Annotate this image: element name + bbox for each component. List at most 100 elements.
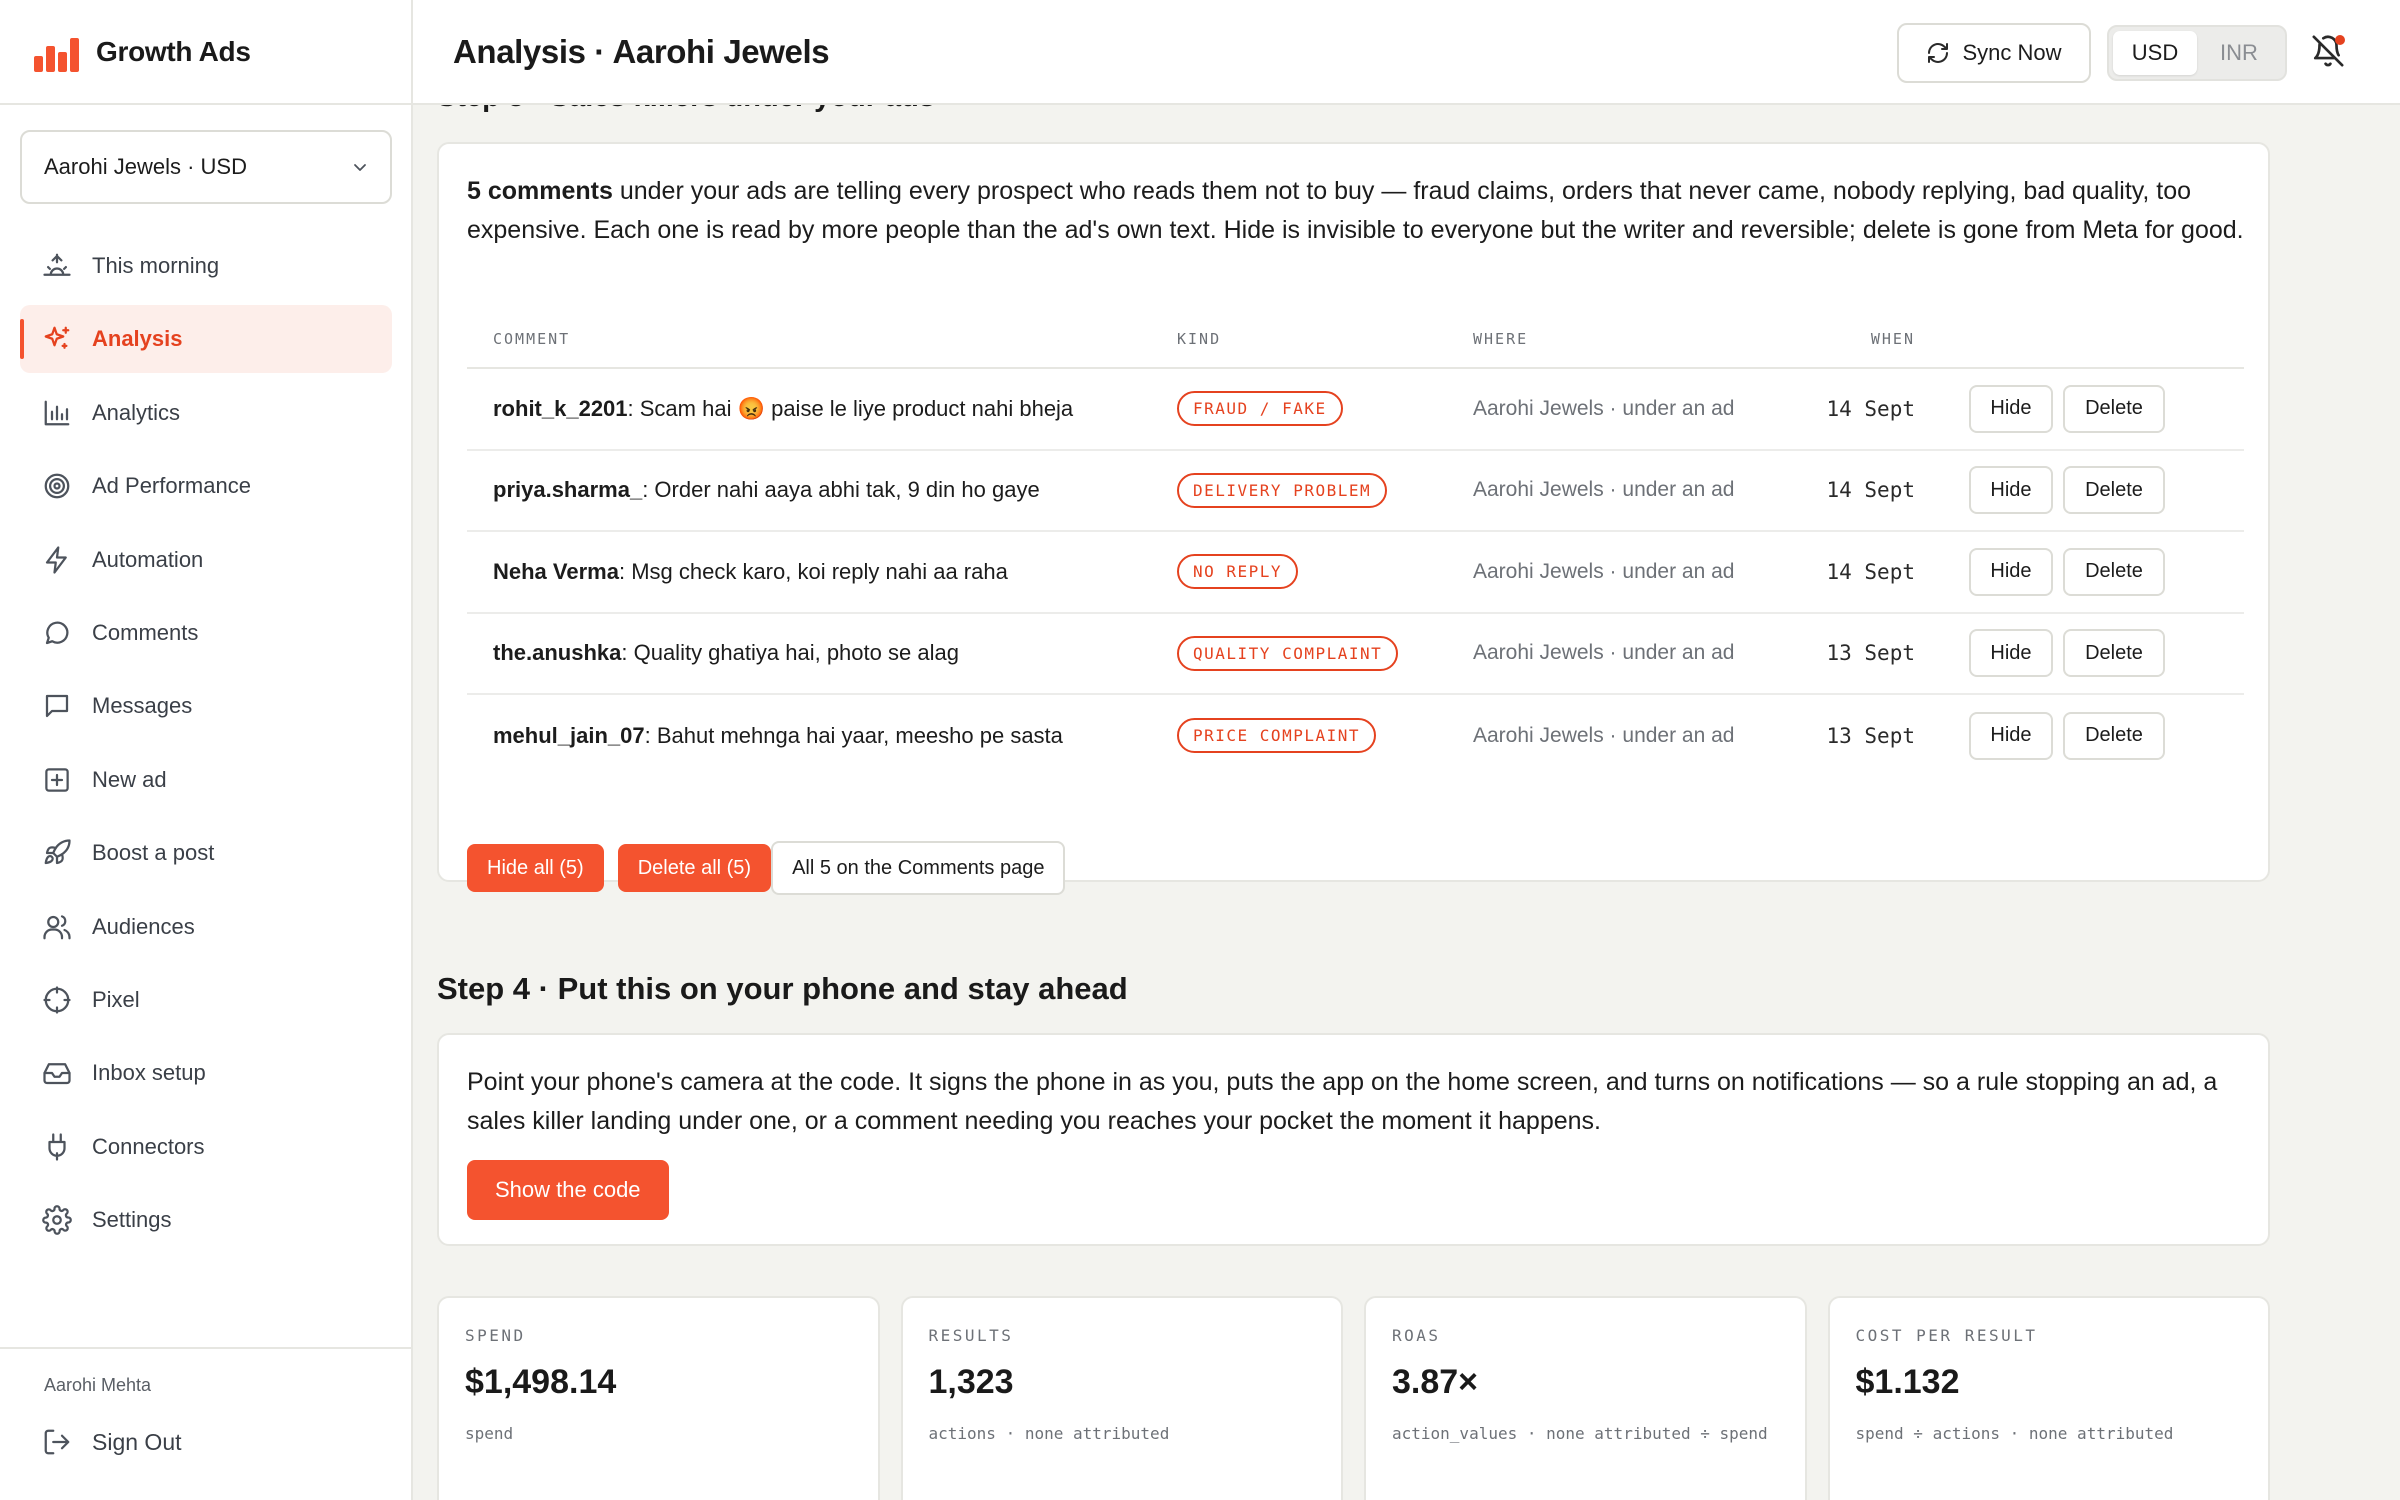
- kind-cell: PRICE COMPLAINT: [1177, 718, 1473, 754]
- kind-badge: NO REPLY: [1177, 554, 1299, 590]
- hide-button[interactable]: Hide: [1969, 547, 2053, 596]
- table-row: rohit_k_2201: Scam hai 😡 paise le liye p…: [467, 369, 2244, 451]
- sidebar-item-label: Comments: [92, 619, 199, 645]
- main-content: Step 3 · Sales killers under your ads 5 …: [413, 105, 2400, 1500]
- gear-icon: [42, 1205, 72, 1235]
- all-on-comments-page-button[interactable]: All 5 on the Comments page: [771, 841, 1066, 895]
- target-icon: [44, 473, 70, 499]
- sidebar-item-label: Settings: [92, 1207, 172, 1233]
- where-cell: Aarohi Jewels · under an ad: [1473, 478, 1735, 502]
- hide-button[interactable]: Hide: [1969, 711, 2053, 760]
- hide-button[interactable]: Hide: [1969, 629, 2053, 678]
- sidebar-item-label: Analytics: [92, 399, 181, 425]
- metric-value: $1.132: [1855, 1363, 1960, 1401]
- sidebar-item-label: New ad: [92, 766, 167, 792]
- delete-button[interactable]: Delete: [2063, 711, 2165, 760]
- delete-button[interactable]: Delete: [2063, 384, 2165, 433]
- sidebar-item-analysis[interactable]: Analysis: [20, 305, 392, 374]
- rocket-icon: [44, 839, 71, 865]
- row-actions: Hide Delete: [1915, 629, 2244, 678]
- sidebar-item-pixel[interactable]: Pixel: [20, 966, 392, 1034]
- metric-card-results: RESULTS 1,323 actions · none attributed: [900, 1296, 1343, 1500]
- sidebar-item-this-morning[interactable]: This morning: [20, 232, 392, 300]
- sidebar-nav: This morning Analysis Analytics Ad Perfo…: [20, 232, 392, 1259]
- hide-button[interactable]: Hide: [1969, 466, 2053, 515]
- notifications-button[interactable]: [2311, 34, 2351, 74]
- sparkle-icon: [44, 327, 70, 350]
- delete-button[interactable]: Delete: [2063, 466, 2165, 515]
- delete-button[interactable]: Delete: [2063, 629, 2165, 678]
- sidebar-item-label: Connectors: [92, 1133, 205, 1159]
- sidebar-item-label: This morning: [92, 253, 220, 278]
- metric-label: ROAS: [1392, 1326, 1441, 1345]
- comment-author: Neha Verma: [493, 558, 619, 584]
- message-square-icon: [45, 695, 69, 718]
- comment-text: : Order nahi aaya abhi tak, 9 din ho gay…: [642, 477, 1040, 503]
- sidebar-item-messages[interactable]: Messages: [20, 672, 392, 740]
- row-actions: Hide Delete: [1915, 711, 2244, 760]
- comment-text: : Bahut mehnga hai yaar, meesho pe sasta: [644, 722, 1063, 748]
- sidebar-item-comments[interactable]: Comments: [20, 599, 392, 667]
- sidebar: Growth Ads Aarohi Jewels · USD This morn…: [0, 0, 413, 1500]
- sidebar-item-ad-performance[interactable]: Ad Performance: [20, 452, 392, 520]
- delete-all-button[interactable]: Delete all (5): [617, 844, 772, 892]
- currency-option-usd[interactable]: USD: [2113, 31, 2197, 75]
- sidebar-item-inbox-setup[interactable]: Inbox setup: [20, 1039, 392, 1107]
- sign-out-icon: [44, 1429, 70, 1455]
- where-cell: Aarohi Jewels · under an ad: [1473, 641, 1735, 665]
- table-row: mehul_jain_07: Bahut mehnga hai yaar, me…: [467, 695, 2244, 777]
- brand-name: Growth Ads: [96, 35, 251, 67]
- brand-logo-icon: [34, 32, 80, 72]
- sign-out-button[interactable]: Sign Out: [42, 1427, 182, 1457]
- currency-toggle: USD INR: [2107, 25, 2287, 81]
- kind-badge: FRAUD / FAKE: [1177, 391, 1343, 427]
- lightning-icon: [45, 545, 67, 574]
- speech-bubble-icon: [45, 621, 69, 645]
- account-select-value: Aarohi Jewels · USD: [44, 154, 247, 179]
- sidebar-item-boost-a-post[interactable]: Boost a post: [20, 819, 392, 887]
- row-actions: Hide Delete: [1915, 384, 2244, 433]
- chevron-down-icon: [354, 164, 366, 171]
- table-row: priya.sharma_: Order nahi aaya abhi tak,…: [467, 451, 2244, 532]
- sidebar-item-analytics[interactable]: Analytics: [20, 379, 392, 447]
- intro-text: under your ads are telling every prospec…: [467, 177, 2244, 244]
- account-select[interactable]: Aarohi Jewels · USD: [20, 130, 392, 204]
- column-header-comment: COMMENT: [493, 330, 571, 348]
- when-cell: 13 Sept: [1826, 723, 1915, 748]
- bar-chart-icon: [44, 400, 70, 426]
- metric-label: COST PER RESULT: [1855, 1326, 2038, 1345]
- sync-now-label: Sync Now: [1962, 40, 2062, 65]
- top-bar: Analysis · Aarohi Jewels Sync Now USD IN…: [413, 0, 2400, 105]
- sidebar-item-connectors[interactable]: Connectors: [20, 1113, 392, 1181]
- comment-text: : Quality ghatiya hai, photo se alag: [621, 640, 959, 666]
- metric-sub: spend ÷ actions · none attributed: [1855, 1424, 2174, 1443]
- page-title: Analysis · Aarohi Jewels: [453, 32, 830, 70]
- sidebar-item-settings[interactable]: Settings: [20, 1186, 392, 1254]
- delete-button[interactable]: Delete: [2063, 547, 2165, 596]
- plug-icon: [48, 1133, 66, 1161]
- where-cell: Aarohi Jewels · under an ad: [1473, 723, 1735, 747]
- comment-author: priya.sharma_: [493, 477, 643, 503]
- sidebar-item-label: Messages: [92, 693, 193, 719]
- sidebar-item-new-ad[interactable]: New ad: [20, 746, 392, 814]
- metric-value: $1,498.14: [465, 1363, 617, 1401]
- kind-badge: QUALITY COMPLAINT: [1177, 635, 1399, 671]
- currency-option-inr[interactable]: INR: [2197, 31, 2281, 75]
- sidebar-item-label: Analysis: [92, 326, 183, 352]
- notification-badge: [2335, 35, 2345, 45]
- refresh-icon: [1928, 43, 1949, 63]
- show-code-button[interactable]: Show the code: [467, 1160, 669, 1220]
- sync-now-button[interactable]: Sync Now: [1897, 23, 2091, 83]
- kind-badge: PRICE COMPLAINT: [1177, 718, 1376, 754]
- sidebar-item-automation[interactable]: Automation: [20, 526, 392, 594]
- brand[interactable]: Growth Ads: [0, 0, 411, 105]
- comment-author: mehul_jain_07: [493, 722, 645, 748]
- sidebar-item-audiences[interactable]: Audiences: [20, 893, 392, 961]
- metric-sub: spend: [465, 1424, 514, 1443]
- hide-all-button[interactable]: Hide all (5): [467, 844, 604, 892]
- comment-author: the.anushka: [493, 640, 622, 666]
- when-cell: 14 Sept: [1826, 396, 1915, 421]
- sidebar-item-label: Audiences: [92, 913, 195, 939]
- hide-button[interactable]: Hide: [1969, 384, 2053, 433]
- metric-card-roas: ROAS 3.87× action_values · none attribut…: [1364, 1296, 1807, 1500]
